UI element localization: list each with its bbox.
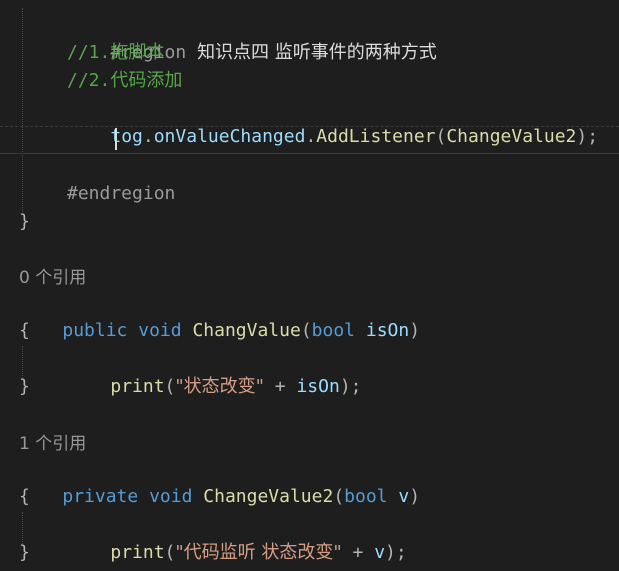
punctuation: )	[409, 486, 421, 507]
current-line-border-bottom	[0, 153, 619, 154]
indent-guide	[22, 8, 24, 214]
code-line-region[interactable]: #region 知识点四 监听事件的两种方式	[67, 11, 436, 63]
punctuation: )	[409, 320, 421, 341]
punctuation: (	[164, 542, 176, 563]
punctuation: (	[435, 126, 447, 147]
parameter-name: isOn	[365, 320, 410, 341]
punctuation: );	[385, 542, 407, 563]
keyword-bool: bool	[344, 486, 388, 507]
method-addlistener: AddListener	[316, 126, 436, 147]
method-name: ChangeValue2	[203, 486, 334, 507]
keyword-void: void	[138, 320, 182, 341]
function-print: print	[110, 542, 165, 563]
identifier-onvaluechanged: onValueChanged	[153, 126, 306, 147]
code-line-comment[interactable]: //1.拖脚本	[67, 39, 164, 67]
punctuation: (	[164, 376, 176, 397]
function-print: print	[110, 376, 165, 397]
punctuation: (	[300, 320, 312, 341]
keyword-void: void	[149, 486, 193, 507]
code-line-close-brace[interactable]: }	[19, 539, 30, 567]
parameter-ref: isOn	[296, 376, 340, 397]
code-line-comment[interactable]: //2.代码添加	[67, 67, 182, 95]
operator-plus: +	[263, 376, 297, 397]
code-line-close-brace[interactable]: }	[19, 208, 30, 236]
punctuation: .	[305, 126, 317, 147]
keyword-bool: bool	[311, 320, 356, 341]
method-name: ChangValue	[192, 320, 301, 341]
codelens-references[interactable]: 0 个引用	[19, 264, 86, 292]
code-line-print[interactable]: print("代码监听 状态改变" + v);	[67, 511, 406, 563]
operator-plus: +	[341, 542, 375, 563]
region-title: 知识点四 监听事件的两种方式	[197, 42, 437, 63]
codelens-references[interactable]: 1 个引用	[19, 430, 86, 458]
code-line-method-signature[interactable]: private void ChangeValue2(bool v)	[19, 455, 420, 507]
argument-changevalue2: ChangeValue2	[446, 126, 577, 147]
parameter-name: v	[398, 486, 410, 507]
keyword-private: private	[62, 486, 139, 507]
code-line-close-brace[interactable]: }	[19, 373, 30, 401]
code-line-add-listener[interactable]: tog.onValueChanged.AddListener(ChangeVal…	[67, 95, 598, 147]
code-line-print[interactable]: print("状态改变" + isOn);	[67, 345, 361, 397]
parameter-ref: v	[374, 542, 386, 563]
punctuation: );	[339, 376, 362, 397]
code-line-open-brace[interactable]: {	[19, 317, 30, 345]
code-line-open-brace[interactable]: {	[19, 483, 30, 511]
punctuation: );	[576, 126, 599, 147]
string-literal: "状态改变"	[175, 376, 264, 397]
keyword-public: public	[62, 320, 128, 341]
code-line-method-signature[interactable]: public void ChangValue(bool isOn)	[19, 289, 420, 341]
text-caret	[115, 128, 117, 150]
code-line-endregion[interactable]: #endregion	[67, 180, 175, 208]
code-editor[interactable]: #region 知识点四 监听事件的两种方式 //1.拖脚本 //2.代码添加 …	[0, 0, 619, 571]
punctuation: .	[142, 126, 154, 147]
punctuation: (	[333, 486, 345, 507]
string-literal: "代码监听 状态改变"	[175, 542, 342, 563]
